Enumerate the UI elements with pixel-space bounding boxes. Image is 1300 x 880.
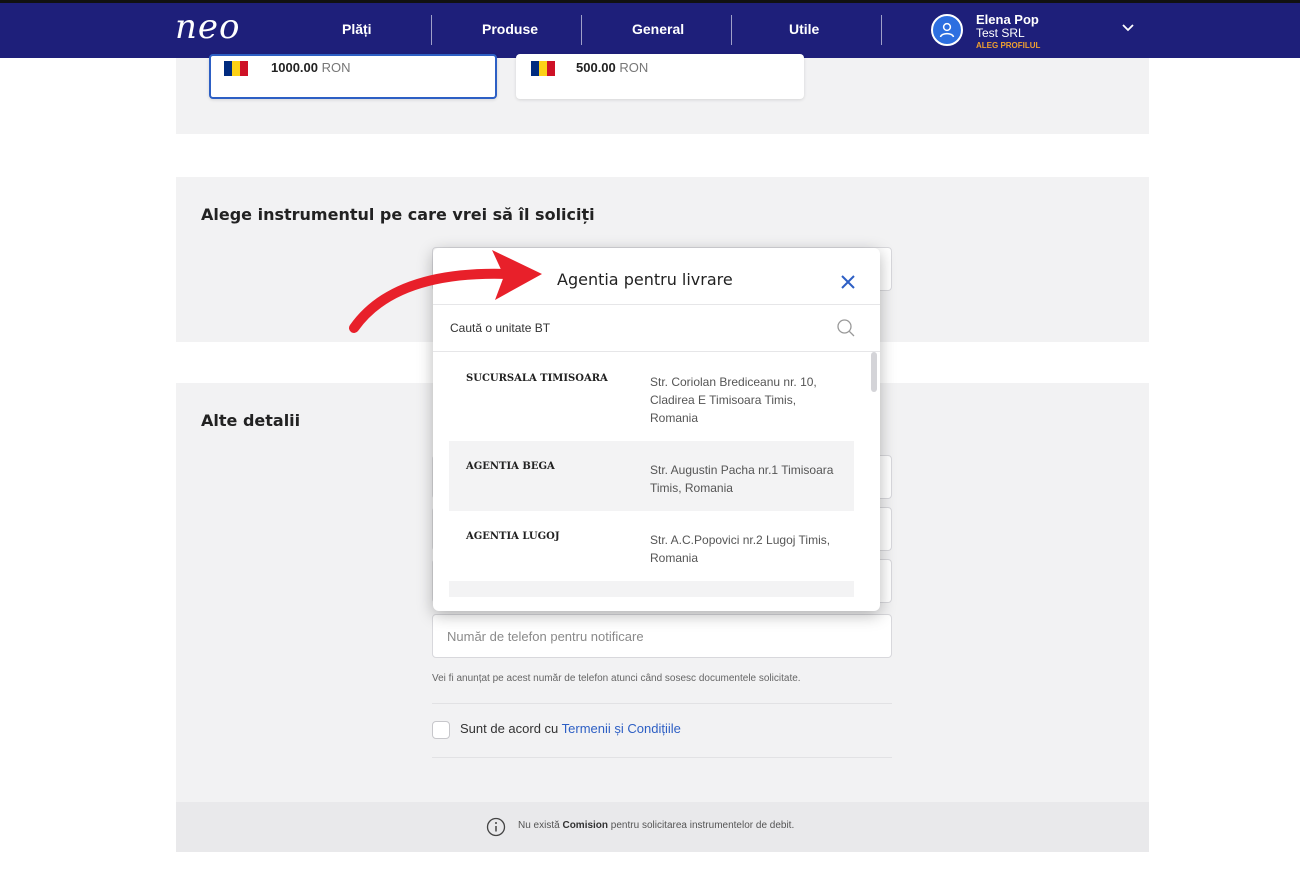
divider	[432, 757, 892, 758]
list-item[interactable]: AGENTIA LUGOJ Str. A.C.Popovici nr.2 Lug…	[449, 511, 854, 581]
nav-divider	[731, 15, 732, 45]
modal-divider	[433, 351, 880, 352]
instrument-section-title: Alege instrumentul pe care vrei să îl so…	[201, 205, 595, 224]
modal-title: Agentia pentru livrare	[557, 270, 733, 289]
unit-address: Str. A.C.Popovici nr.2 Lugoj Timis, Roma…	[650, 533, 831, 565]
nav-item-utile[interactable]: Utile	[789, 21, 819, 37]
divider	[432, 703, 892, 704]
amount-option-1000[interactable]: 1000.00 RON	[209, 54, 497, 99]
terms-link[interactable]: Termenii și Condițiile	[562, 721, 681, 736]
unit-address: Str. Coriolan Brediceanu nr. 10, Cladire…	[650, 375, 817, 425]
arrow-annotation	[349, 250, 542, 333]
close-icon	[841, 275, 855, 289]
list-item[interactable]	[449, 581, 854, 597]
unit-name: AGENTIA LUGOJ	[466, 531, 560, 542]
nav-divider	[431, 15, 432, 45]
list-item[interactable]: SUCURSALA TIMISOARA Str. Coriolan Bredic…	[449, 353, 854, 440]
user-icon	[939, 22, 955, 38]
neo-logo[interactable]: neo	[175, 7, 241, 47]
chevron-down-icon	[1122, 24, 1134, 32]
nav-divider	[581, 15, 582, 45]
list-scrollbar-thumb[interactable]	[871, 352, 877, 392]
nav-item-produse[interactable]: Produse	[482, 21, 538, 37]
romania-flag-icon	[224, 61, 248, 76]
search-icon[interactable]	[836, 318, 856, 338]
modal-close-button[interactable]	[838, 272, 858, 292]
terms-label: Sunt de acord cu Termenii și Condițiile	[460, 721, 681, 736]
user-avatar[interactable]	[931, 14, 963, 46]
amount-value: 1000.00 RON	[271, 60, 351, 75]
amount-value: 500.00 RON	[576, 60, 649, 75]
terms-checkbox[interactable]	[432, 721, 450, 739]
info-icon	[486, 817, 506, 837]
nav-item-general[interactable]: General	[632, 21, 684, 37]
phone-hint: Vei fi anunțat pe acest număr de telefon…	[432, 673, 801, 684]
nav-item-plati[interactable]: Plăți	[342, 21, 372, 37]
details-section-title: Alte detalii	[201, 411, 301, 430]
unit-name: AGENTIA BEGA	[466, 461, 555, 472]
user-menu-toggle[interactable]	[1120, 19, 1136, 39]
user-company: Test SRL	[976, 26, 1025, 40]
user-name: Elena Pop	[976, 12, 1039, 27]
romania-flag-icon	[531, 61, 555, 76]
commission-info-text: Nu există Comision pentru solicitarea in…	[518, 820, 795, 831]
list-item[interactable]: AGENTIA BEGA Str. Augustin Pacha nr.1 Ti…	[449, 441, 854, 511]
unit-name: SUCURSALA TIMISOARA	[466, 373, 608, 384]
nav-divider	[881, 15, 882, 45]
amount-section: 1000.00 RON 500.00 RON	[176, 54, 1149, 134]
top-navbar: neo Plăți Produse General Utile Elena Po…	[0, 0, 1300, 58]
unit-address: Str. Augustin Pacha nr.1 Timisoara Timis…	[650, 463, 834, 495]
phone-notification-input[interactable]	[432, 614, 892, 658]
amount-option-500[interactable]: 500.00 RON	[516, 54, 804, 99]
choose-profile-link[interactable]: ALEG PROFILUL	[976, 41, 1040, 50]
